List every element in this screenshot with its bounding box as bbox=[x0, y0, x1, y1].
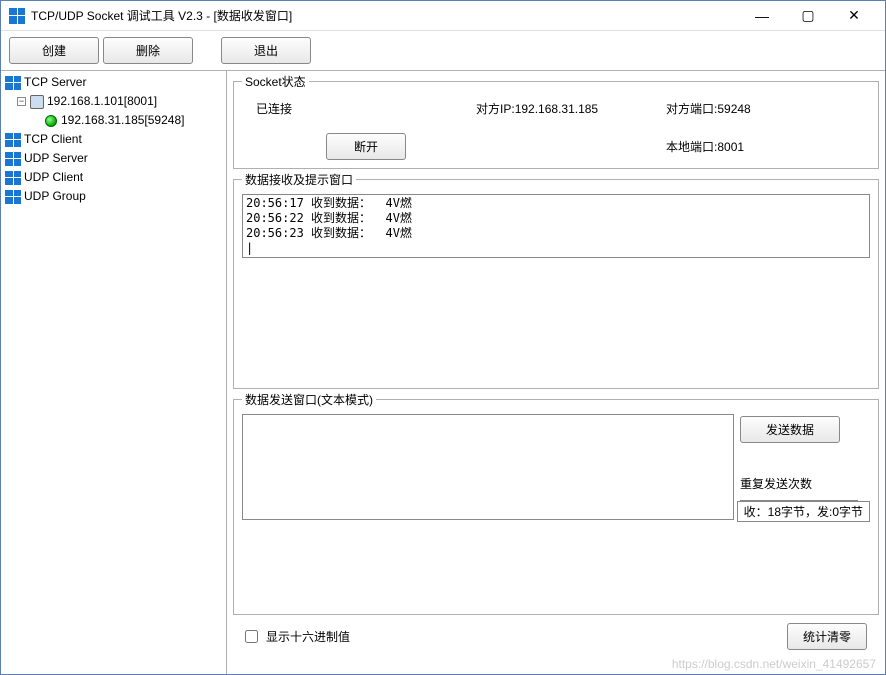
transfer-stats: 收：18字节，发:0字节 bbox=[737, 501, 870, 522]
grid-icon bbox=[5, 76, 21, 90]
bottom-bar: 显示十六进制值 统计清零 bbox=[233, 617, 879, 654]
tree-label: TCP Client bbox=[24, 131, 82, 148]
maximize-button[interactable]: ▢ bbox=[785, 1, 831, 31]
tree-udp-client[interactable]: UDP Client bbox=[1, 168, 226, 187]
tree-tcp-client[interactable]: TCP Client bbox=[1, 130, 226, 149]
tree-server-node[interactable]: − 192.168.1.101[8001] bbox=[1, 92, 226, 111]
connection-active-icon bbox=[45, 115, 57, 127]
local-port-label: 本地端口: bbox=[666, 140, 717, 154]
receive-group: 数据接收及提示窗口 20:56:17 收到数据： 4V燃 20:56:22 收到… bbox=[233, 171, 879, 389]
disconnect-button[interactable]: 断开 bbox=[326, 133, 406, 160]
socket-status-group: Socket状态 已连接 对方IP:192.168.31.185 对方端口:59… bbox=[233, 73, 879, 169]
tree-udp-group[interactable]: UDP Group bbox=[1, 187, 226, 206]
receive-legend: 数据接收及提示窗口 bbox=[242, 171, 356, 188]
tree-tcp-server[interactable]: TCP Server bbox=[1, 73, 226, 92]
toolbar: 创建 删除 退出 bbox=[1, 31, 885, 71]
tree-label: 192.168.31.185[59248] bbox=[61, 112, 184, 129]
window-title: TCP/UDP Socket 调试工具 V2.3 - [数据收发窗口] bbox=[31, 7, 292, 24]
clear-stats-button[interactable]: 统计清零 bbox=[787, 623, 867, 650]
send-button[interactable]: 发送数据 bbox=[740, 416, 840, 443]
receive-log[interactable]: 20:56:17 收到数据： 4V燃 20:56:22 收到数据： 4V燃 20… bbox=[242, 194, 870, 258]
delete-button[interactable]: 删除 bbox=[103, 37, 193, 64]
peer-port-label: 对方端口: bbox=[666, 102, 717, 116]
tree-label: UDP Client bbox=[24, 169, 83, 186]
tree-udp-server[interactable]: UDP Server bbox=[1, 149, 226, 168]
peer-port-value: 59248 bbox=[717, 102, 750, 116]
send-legend: 数据发送窗口(文本模式) bbox=[242, 391, 376, 408]
exit-button[interactable]: 退出 bbox=[221, 37, 311, 64]
grid-icon bbox=[5, 152, 21, 166]
create-button[interactable]: 创建 bbox=[9, 37, 99, 64]
tree-label: 192.168.1.101[8001] bbox=[47, 93, 157, 110]
send-textarea[interactable] bbox=[242, 414, 734, 520]
tree-connection-node[interactable]: 192.168.31.185[59248] bbox=[1, 111, 226, 130]
grid-icon bbox=[5, 190, 21, 204]
connection-tree[interactable]: TCP Server − 192.168.1.101[8001] 192.168… bbox=[1, 71, 227, 674]
hex-checkbox[interactable] bbox=[245, 630, 258, 643]
server-icon bbox=[30, 95, 44, 109]
repeat-label: 重复发送次数 bbox=[740, 475, 812, 492]
connection-state: 已连接 bbox=[256, 100, 476, 117]
tree-label: UDP Group bbox=[24, 188, 86, 205]
titlebar: TCP/UDP Socket 调试工具 V2.3 - [数据收发窗口] ― ▢ … bbox=[1, 1, 885, 31]
grid-icon bbox=[5, 171, 21, 185]
tree-label: UDP Server bbox=[24, 150, 88, 167]
app-icon bbox=[9, 8, 25, 24]
grid-icon bbox=[5, 133, 21, 147]
expander-icon[interactable]: − bbox=[17, 97, 26, 106]
send-group: 数据发送窗口(文本模式) 发送数据 重复发送次数 1 收：18字节，发:0字节 bbox=[233, 391, 879, 615]
status-legend: Socket状态 bbox=[242, 73, 309, 90]
tree-label: TCP Server bbox=[24, 74, 86, 91]
close-button[interactable]: ✕ bbox=[831, 1, 877, 31]
minimize-button[interactable]: ― bbox=[739, 1, 785, 31]
hex-label: 显示十六进制值 bbox=[266, 628, 350, 645]
hex-checkbox-wrap[interactable]: 显示十六进制值 bbox=[245, 628, 350, 645]
local-port-value: 8001 bbox=[717, 140, 744, 154]
peer-ip-label: 对方IP: bbox=[476, 102, 515, 116]
peer-ip-value: 192.168.31.185 bbox=[515, 102, 598, 116]
